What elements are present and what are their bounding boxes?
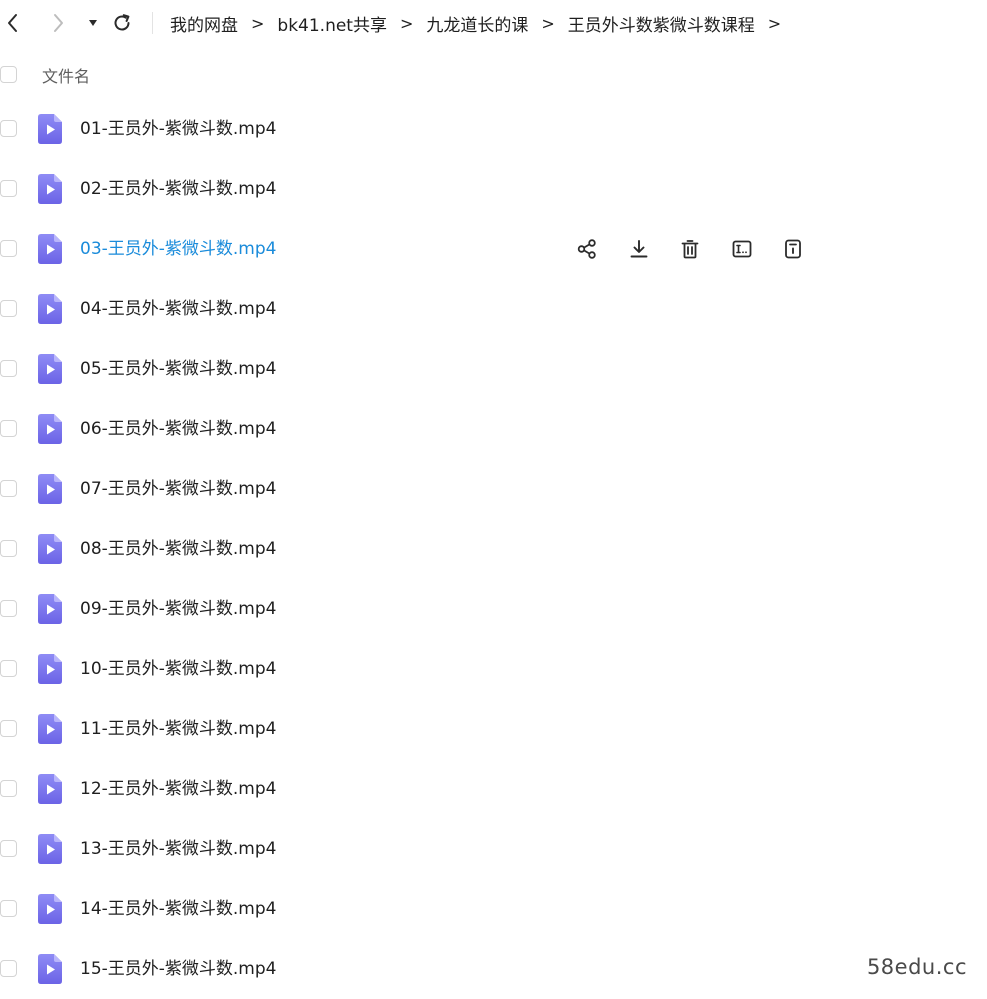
video-file-icon — [38, 534, 62, 564]
row-checkbox[interactable] — [0, 120, 17, 137]
row-checkbox[interactable] — [0, 660, 17, 677]
video-file-icon — [38, 894, 62, 924]
share-button[interactable] — [574, 236, 600, 262]
download-button[interactable] — [626, 236, 652, 262]
file-list: 01-王员外-紫微斗数.mp4 02-王员外-紫微斗数.mp4 03-王员外-紫微斗… — [0, 99, 987, 999]
video-file-icon — [38, 714, 62, 744]
video-file-icon — [38, 114, 62, 144]
video-file-icon — [38, 354, 62, 384]
row-actions — [574, 236, 832, 262]
file-row[interactable]: 12-王员外-紫微斗数.mp4 — [0, 759, 987, 819]
details-button[interactable] — [780, 236, 806, 262]
file-row[interactable]: 01-王员外-紫微斗数.mp4 — [0, 99, 987, 159]
watermark: 58edu.cc — [866, 955, 967, 979]
row-checkbox[interactable] — [0, 900, 17, 917]
breadcrumb-item-shared-folder[interactable]: bk41.net共享 — [277, 11, 387, 36]
file-name[interactable]: 08-王员外-紫微斗数.mp4 — [80, 537, 276, 561]
file-name[interactable]: 14-王员外-紫微斗数.mp4 — [80, 897, 276, 921]
file-row[interactable]: 07-王员外-紫微斗数.mp4 — [0, 459, 987, 519]
row-checkbox[interactable] — [0, 540, 17, 557]
file-row[interactable]: 04-王员外-紫微斗数.mp4 — [0, 279, 987, 339]
breadcrumb-separator: > — [541, 13, 555, 33]
rename-icon — [731, 238, 753, 260]
download-icon — [628, 238, 650, 260]
toolbar: 我的网盘 > bk41.net共享 > 九龙道长的课 > 王员外斗数紫微斗数课程… — [0, 0, 987, 46]
video-file-icon — [38, 474, 62, 504]
row-checkbox[interactable] — [0, 840, 17, 857]
row-checkbox[interactable] — [0, 180, 17, 197]
file-row[interactable]: 15-王员外-紫微斗数.mp4 — [0, 939, 987, 999]
forward-button[interactable] — [45, 10, 71, 36]
row-checkbox[interactable] — [0, 480, 17, 497]
file-row[interactable]: 13-王员外-紫微斗数.mp4 — [0, 819, 987, 879]
column-header-filename[interactable]: 文件名 — [42, 63, 90, 87]
chevron-left-icon — [8, 14, 17, 32]
file-row[interactable]: 02-王员外-紫微斗数.mp4 — [0, 159, 987, 219]
details-icon — [782, 238, 804, 260]
row-checkbox[interactable] — [0, 360, 17, 377]
file-row[interactable]: 10-王员外-紫微斗数.mp4 — [0, 639, 987, 699]
caret-down-icon — [89, 20, 97, 26]
file-name[interactable]: 02-王员外-紫微斗数.mp4 — [80, 177, 276, 201]
refresh-icon — [114, 14, 130, 31]
row-checkbox[interactable] — [0, 720, 17, 737]
history-dropdown-button[interactable] — [80, 10, 106, 36]
row-checkbox[interactable] — [0, 240, 17, 257]
refresh-button[interactable] — [109, 10, 135, 36]
breadcrumb: 我的网盘 > bk41.net共享 > 九龙道长的课 > 王员外斗数紫微斗数课程… — [170, 10, 794, 36]
file-row[interactable]: 08-王员外-紫微斗数.mp4 — [0, 519, 987, 579]
select-all-checkbox[interactable] — [0, 66, 17, 83]
video-file-icon — [38, 834, 62, 864]
video-file-icon — [38, 654, 62, 684]
file-name[interactable]: 03-王员外-紫微斗数.mp4 — [80, 237, 276, 261]
file-name[interactable]: 01-王员外-紫微斗数.mp4 — [80, 117, 276, 141]
row-checkbox[interactable] — [0, 420, 17, 437]
video-file-icon — [38, 174, 62, 204]
breadcrumb-separator[interactable]: > — [768, 14, 781, 33]
file-row[interactable]: 06-王员外-紫微斗数.mp4 — [0, 399, 987, 459]
file-name[interactable]: 07-王员外-紫微斗数.mp4 — [80, 477, 276, 501]
video-file-icon — [38, 234, 62, 264]
video-file-icon — [38, 594, 62, 624]
file-name[interactable]: 05-王员外-紫微斗数.mp4 — [80, 357, 276, 381]
file-name[interactable]: 06-王员外-紫微斗数.mp4 — [80, 417, 276, 441]
breadcrumb-item-current-folder[interactable]: 王员外斗数紫微斗数课程 — [568, 11, 755, 36]
row-checkbox[interactable] — [0, 960, 17, 977]
back-button[interactable] — [0, 10, 26, 36]
file-name[interactable]: 11-王员外-紫微斗数.mp4 — [80, 717, 276, 741]
rename-button[interactable] — [729, 236, 755, 262]
breadcrumb-item-my-drive[interactable]: 我的网盘 — [170, 11, 238, 36]
breadcrumb-separator: > — [251, 13, 265, 33]
toolbar-divider — [152, 12, 153, 34]
file-list-header: 文件名 — [0, 58, 987, 92]
breadcrumb-separator: > — [399, 13, 414, 33]
file-name[interactable]: 09-王员外-紫微斗数.mp4 — [80, 597, 276, 621]
file-row[interactable]: 09-王员外-紫微斗数.mp4 — [0, 579, 987, 639]
file-row[interactable]: 14-王员外-紫微斗数.mp4 — [0, 879, 987, 939]
delete-icon — [679, 238, 701, 260]
file-name[interactable]: 13-王员外-紫微斗数.mp4 — [80, 837, 276, 861]
file-name[interactable]: 10-王员外-紫微斗数.mp4 — [80, 657, 276, 681]
video-file-icon — [38, 294, 62, 324]
video-file-icon — [38, 954, 62, 984]
delete-button[interactable] — [677, 236, 703, 262]
file-name[interactable]: 15-王员外-紫微斗数.mp4 — [80, 957, 276, 981]
file-row[interactable]: 03-王员外-紫微斗数.mp4 — [0, 219, 987, 279]
row-checkbox[interactable] — [0, 300, 17, 317]
file-name[interactable]: 12-王员外-紫微斗数.mp4 — [80, 777, 276, 801]
chevron-right-icon — [54, 14, 63, 32]
share-icon — [576, 238, 598, 260]
video-file-icon — [38, 414, 62, 444]
file-row[interactable]: 11-王员外-紫微斗数.mp4 — [0, 699, 987, 759]
row-checkbox[interactable] — [0, 600, 17, 617]
row-checkbox[interactable] — [0, 780, 17, 797]
file-name[interactable]: 04-王员外-紫微斗数.mp4 — [80, 297, 276, 321]
file-row[interactable]: 05-王员外-紫微斗数.mp4 — [0, 339, 987, 399]
video-file-icon — [38, 774, 62, 804]
breadcrumb-item-course-folder[interactable]: 九龙道长的课 — [426, 11, 528, 36]
